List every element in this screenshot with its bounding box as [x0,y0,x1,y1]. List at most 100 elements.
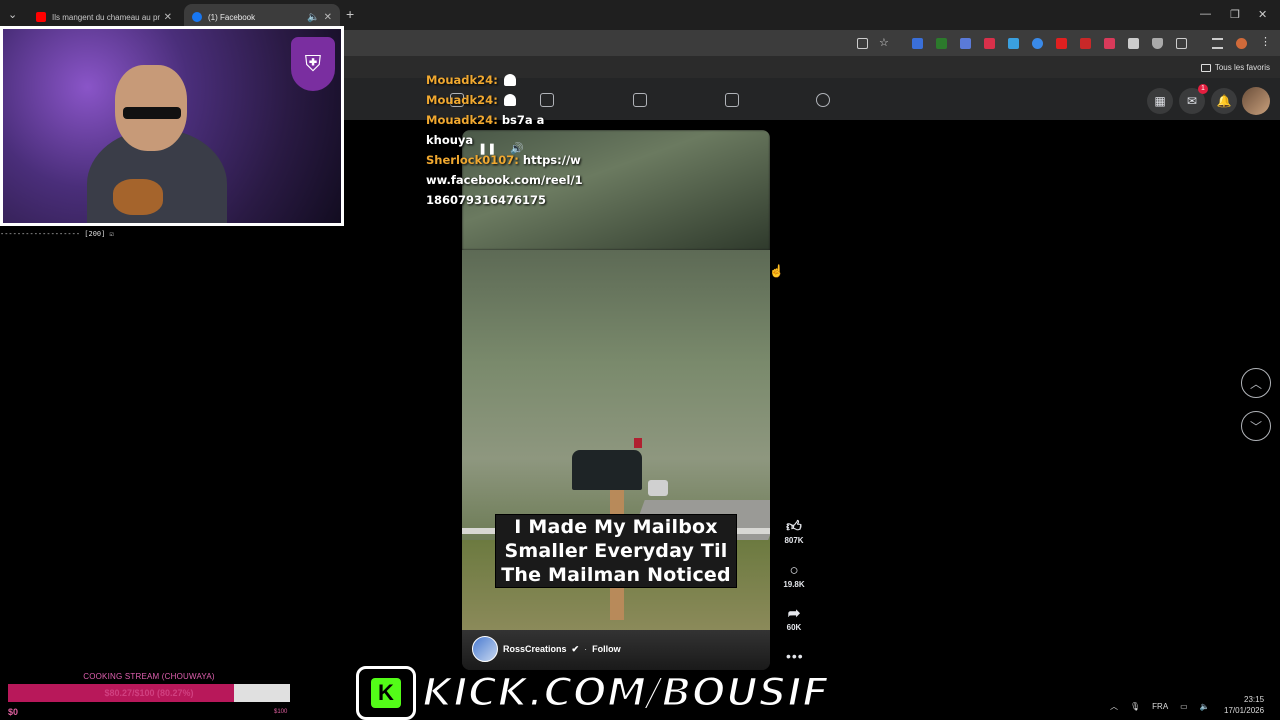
extensions-puzzle-icon[interactable] [1176,38,1187,49]
folder-icon [1200,63,1211,72]
ghost-emote-icon [503,94,516,106]
date: 17/01/2026 [1224,706,1265,715]
caption-line: I Made My Mailbox [514,516,718,538]
car [648,480,668,496]
chevron-down-icon: ﹀ [1249,419,1262,434]
volume-icon[interactable]: 🔈 [1200,702,1210,711]
caption-line: The Mailman Noticed [501,564,731,586]
marketplace-icon[interactable] [725,93,739,107]
more-options-icon[interactable]: ••• [786,648,804,664]
system-tray: ︿ 🎙 FRA ▭ 🔈 [1110,692,1210,720]
profile-icon[interactable] [1236,38,1247,49]
goal-min: $0 [8,707,19,717]
chevron-up-icon: ︿ [1249,376,1262,391]
extension-icon[interactable] [1080,38,1091,49]
webcam-ticker: ------------------- [200] ☑ [0,230,114,238]
notifications-button[interactable]: 🔔 [1211,88,1237,114]
comment-count: 19.8K [783,580,805,589]
messenger-icon: ✉ [1186,94,1198,108]
language-indicator[interactable]: FRA [1152,702,1168,711]
extension-icon[interactable] [1128,38,1139,49]
extension-icon[interactable] [1032,38,1043,49]
chat-message: Mouadk24: bs7a a khouya [426,113,545,147]
reel-caption: I Made My Mailbox Smaller Everyday Til T… [495,514,737,588]
maximize-button[interactable]: ❐ [1230,8,1240,21]
chat-username: Sherlock0107 [426,153,515,167]
chevron-up-icon[interactable]: ︿ [1110,701,1118,712]
mailbox [572,450,642,490]
previous-reel-button[interactable]: ︿ [1241,368,1271,398]
verified-icon: ✔ [571,643,580,654]
extension-icon[interactable] [984,38,995,49]
donation-goal: COOKING STREAM (CHOUWAYA) $80.27/$100 (8… [8,672,290,702]
kick-url: KICK.COM/BOUSIF [420,669,830,718]
video-icon[interactable] [633,93,647,107]
next-reel-button[interactable]: ﹀ [1241,411,1271,441]
reel-author[interactable]: RossCreations ✔ · Follow [472,636,621,662]
speaker-icon[interactable]: 🔈 [307,12,319,23]
extension-icon[interactable] [1104,38,1115,49]
new-tab-button[interactable]: + [346,6,354,22]
star-icon[interactable]: ☆ [879,36,890,49]
thumbs-up-icon: 👍︎ [786,518,802,535]
reel-player[interactable]: ❚❚ 🔊 I Made My Mailbox Smaller Everyday … [462,130,770,670]
author-avatar[interactable] [472,636,498,662]
bell-icon: 🔔 [1216,94,1232,108]
comment-button[interactable]: ○ 19.8K [780,562,808,589]
grid-icon: ▦ [1154,94,1166,108]
close-icon[interactable]: ✕ [164,12,172,23]
tab-title: Ils mangent du chameau au pr... [52,12,160,22]
menu-icon[interactable]: ⋮ [1260,35,1271,48]
kick-banner: K KICK.COM/BOUSIF [356,666,831,720]
bookmarks-label: Tous les favoris [1214,63,1270,72]
network-icon[interactable]: ▭ [1180,702,1188,711]
tab-search-icon[interactable]: ⌄ [8,8,17,21]
follow-button[interactable]: Follow [592,644,621,654]
goal-progress-text: $80.27/$100 (80.27%) [104,688,194,698]
extension-icon[interactable] [936,38,947,49]
microphone-icon[interactable]: 🎙 [1130,702,1140,711]
chat-message: Mouadk24: [426,90,586,110]
tab-title: (1) Facebook [208,12,256,22]
extension-icon[interactable] [1008,38,1019,49]
share-button[interactable]: ➦ 60K [780,605,808,632]
extension-icon[interactable] [912,38,923,49]
shield-icon[interactable] [1152,38,1163,49]
menu-grid-button[interactable]: ▦ [1147,88,1173,114]
groups-icon[interactable] [816,93,830,107]
all-bookmarks-button[interactable]: Tous les favoris [1200,63,1270,72]
goal-progress-bar: $80.27/$100 (80.27%) [8,684,290,702]
hand-cursor-icon: ☝ [769,264,784,278]
chat-message: Sherlock0107: https://www.facebook.com/r… [426,153,583,207]
chat-username: Mouadk24 [426,113,494,127]
caption-line: Smaller Everyday Til [504,540,728,562]
notification-badge: 1 [1198,84,1208,94]
like-count: 807K [784,536,804,545]
account-avatar[interactable] [1242,87,1270,115]
kick-logo-icon: K [356,666,416,720]
chat-username: Mouadk24 [426,93,494,107]
chat-message: Mouadk24: [426,70,586,90]
goal-title: COOKING STREAM (CHOUWAYA) [83,672,215,681]
separator: · [584,644,588,654]
chat-username: Mouadk24 [426,73,494,87]
youtube-icon [36,12,46,22]
facebook-icon [192,12,202,22]
playlist-icon[interactable] [1212,38,1223,49]
taskbar-clock[interactable]: 23:15 17/01/2026 [1224,694,1264,716]
minimize-button[interactable]: — [1200,8,1211,20]
share-icon: ➦ [787,605,801,622]
author-name[interactable]: RossCreations [503,644,567,654]
sunglasses [123,107,181,119]
goal-max: $100 [274,709,288,715]
install-icon[interactable] [857,38,868,49]
extension-icon[interactable] [960,38,971,49]
extension-icon[interactable] [1056,38,1067,49]
share-count: 60K [786,623,802,632]
window-close-button[interactable]: ✕ [1258,8,1267,21]
time: 23:15 [1244,695,1265,704]
like-button[interactable]: 👍︎ 807K [780,518,808,545]
comment-icon: ○ [789,562,799,579]
channel-logo-icon: ⛨ [291,37,335,91]
close-icon[interactable]: ✕ [324,12,332,23]
